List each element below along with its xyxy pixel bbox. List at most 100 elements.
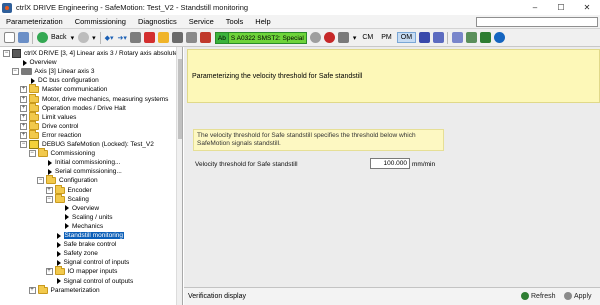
refresh-label: Refresh [531,292,556,300]
tree-item-label: Overview [72,204,100,212]
tool-icon[interactable] [338,32,350,43]
arrow-icon [56,250,61,257]
expand-icon[interactable]: + [45,186,53,194]
collapse-icon[interactable]: − [11,68,19,76]
mode-pm-button[interactable]: PM [378,33,395,42]
back-dropdown-icon[interactable]: ▾ [71,34,75,42]
forward-dropdown-icon[interactable]: ▾ [92,34,96,42]
arrow-icon [22,59,27,66]
tree-item[interactable]: + Encoder [45,184,92,195]
verification-display-label: Verification display [188,293,246,300]
window-icon[interactable] [432,32,444,43]
tree-scrollbar[interactable] [176,47,182,305]
chart-icon[interactable] [200,32,212,43]
tree-item-label: Drive control [42,122,79,130]
tree-item[interactable]: Standstill monitoring [46,231,125,240]
tree-item[interactable]: Initial commissioning... [37,158,120,167]
tree-item[interactable]: Overview [12,58,57,67]
dropdown-icon[interactable]: ▾ [353,34,357,42]
forward-icon[interactable] [77,32,89,43]
tree-item[interactable]: + IO mapper inputs [45,266,117,276]
tree-item[interactable]: Mechanics [54,222,103,231]
expand-icon[interactable]: + [20,86,27,94]
stop-icon[interactable] [324,32,336,43]
search-input[interactable] [476,17,598,27]
collapse-icon[interactable]: − [37,177,44,185]
tree-item[interactable]: + Parameterization [28,284,100,295]
refresh-button[interactable]: Refresh [521,292,556,300]
tree-item[interactable]: + Motor, drive mechanics, measuring syste… [20,93,168,104]
minimize-button[interactable]: – [522,0,548,15]
velocity-threshold-input[interactable] [370,158,410,169]
expand-icon[interactable]: + [20,122,27,130]
settings-icon[interactable] [310,32,322,43]
tree-item[interactable]: + Error reaction [20,129,81,140]
table-icon[interactable] [158,32,170,43]
status-indicator[interactable]: Ab S A0322 SMST2: Special [214,31,307,44]
red-square-icon[interactable] [144,32,156,43]
help-icon[interactable] [493,32,505,43]
scrollbar-thumb[interactable] [178,59,182,139]
tree-item[interactable]: − Scaling [45,193,89,204]
collapse-icon[interactable]: − [20,141,27,148]
tree-item[interactable]: − Axis [3] Linear axis 3 [11,67,94,76]
expand-icon[interactable]: + [20,104,27,112]
tree-item[interactable]: Safety zone [46,249,98,258]
tree-item-label: Serial commissioning... [55,168,122,176]
tree-item[interactable]: Safe brake control [46,240,116,249]
menu-commissioning[interactable]: Commissioning [69,17,132,26]
menu-service[interactable]: Service [183,17,220,26]
arrow-icon [56,232,61,239]
prev-icon[interactable]: ◆▾ [105,34,114,42]
tree-item-label: Signal control of inputs [63,259,130,267]
tree-item-label: Operation modes / Drive Halt [42,104,126,112]
tree-item[interactable]: Signal control of outputs [46,277,133,286]
mode-om-button[interactable]: OM [396,32,417,43]
tree-item-label: Parameterization [50,286,100,294]
new-icon[interactable] [3,32,15,43]
collapse-icon[interactable]: − [3,50,10,57]
tree-item[interactable]: Scaling / units [54,213,112,222]
network-icon[interactable] [451,32,463,43]
expand-icon[interactable]: + [20,131,27,139]
apply-button[interactable]: Apply [564,292,592,300]
tree-item[interactable]: Overview [54,204,99,213]
apply-icon [564,292,572,300]
tree-item-label: Master communication [42,86,108,94]
maximize-button[interactable]: ☐ [548,0,574,15]
menu-tools[interactable]: Tools [220,17,250,26]
tree-item-label: Configuration [59,177,98,185]
check-icon[interactable] [479,32,491,43]
menu-help[interactable]: Help [249,17,276,26]
close-button[interactable]: ✕ [574,0,600,15]
back-button[interactable]: Back [51,34,67,41]
tree-item-label: Standstill monitoring [63,232,125,239]
print-icon[interactable] [130,32,142,43]
tree-item[interactable]: − ctrlX DRIVE [3, 4] Linear axis 3 / Rota… [3,49,178,58]
expand-icon[interactable]: + [45,268,53,276]
expand-icon[interactable]: + [20,95,27,103]
folder-icon [37,284,48,294]
drive-icon[interactable] [186,32,198,43]
tree-item[interactable]: − Commissioning [28,148,95,158]
device-icon[interactable] [172,32,184,43]
folder-icon [46,175,56,185]
velocity-unit: mm/min [412,161,436,168]
menu-diagnostics[interactable]: Diagnostics [132,17,183,26]
tree-item[interactable]: − Configuration [37,175,98,185]
arrow-icon [65,205,69,212]
folder-icon [29,111,39,121]
tree-item-label: Initial commissioning... [55,159,121,167]
mode-cm-button[interactable]: CM [359,33,376,42]
collapse-icon[interactable]: − [28,150,36,158]
expand-icon[interactable]: + [20,113,27,121]
home-icon[interactable] [17,32,29,43]
flag-icon[interactable] [418,32,430,43]
collapse-icon[interactable]: − [45,195,53,203]
menu-parameterization[interactable]: Parameterization [0,17,69,26]
toolbar-separator [447,31,449,44]
expand-icon[interactable]: + [28,286,36,294]
next-icon[interactable]: ➜▾ [118,34,127,42]
back-icon[interactable] [36,32,48,43]
upload-icon[interactable] [465,32,477,43]
